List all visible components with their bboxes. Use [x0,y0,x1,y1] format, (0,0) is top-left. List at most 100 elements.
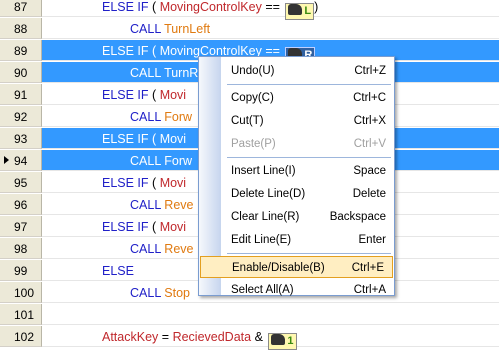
line-number: 102 [14,330,35,344]
code-area[interactable] [42,304,499,325]
controller-icon [288,4,303,15]
line-gutter[interactable]: 93 [0,128,42,149]
line-gutter[interactable]: 95 [0,172,42,193]
context-menu: Undo(U) Ctrl+Z Copy(C) Ctrl+C Cut(T) Ctrl+X Pa… [198,56,395,296]
operator: ( [152,220,157,234]
menu-item-label: Insert Line(I) [231,165,296,177]
menu-item-shortcut: Space [353,165,386,177]
menu-item-clear-line[interactable]: Clear Line(R) Backspace [221,206,394,228]
code-text: ELSE IF ( Movi [102,132,186,146]
value-label: L [304,5,312,17]
menu-item-label: Delete Line(D) [231,188,306,200]
menu-item-paste[interactable]: Paste(P) Ctrl+V [221,133,394,155]
menu-separator [227,157,391,158]
identifier: Movi [159,220,187,234]
call-target: Forw [164,154,193,168]
menu-item-copy[interactable]: Copy(C) Ctrl+C [221,87,394,109]
code-text: ELSE IF ( Movi [102,220,186,234]
code-text: CALL Forw [130,154,192,168]
code-text: AttackKey = RecievedData & 1 [102,330,297,350]
line-gutter[interactable]: 87 [0,0,42,17]
keyword: ELSE IF [102,220,149,234]
menu-item-label: Enable/Disable(B) [232,262,325,274]
menu-item-delete-line[interactable]: Delete Line(D) Delete [221,183,394,205]
line-gutter[interactable]: 97 [0,216,42,237]
line-gutter[interactable]: 92 [0,106,42,127]
identifier: AttackKey [102,330,159,344]
line-number: 94 [14,154,28,168]
call-target: TurnR [164,66,199,80]
identifier: Movi [159,132,187,146]
keyword: CALL [130,242,161,256]
line-gutter[interactable]: 100 [0,282,42,303]
code-line[interactable]: 87 ELSE IF ( MovingControlKey == L) [0,0,499,20]
code-text: CALL Reve [130,242,193,256]
menu-item-cut[interactable]: Cut(T) Ctrl+X [221,110,394,132]
keyword: CALL [130,286,161,300]
line-gutter[interactable]: 101 [0,304,42,325]
call-target: Reve [164,242,194,256]
line-gutter[interactable]: 96 [0,194,42,215]
code-line[interactable]: 88 CALL TurnLeft [0,18,499,40]
code-text: CALL TurnR [130,66,198,80]
line-number: 87 [14,0,28,14]
menu-item-shortcut: Ctrl+Z [354,65,386,77]
menu-item-enable-disable[interactable]: Enable/Disable(B) Ctrl+E [200,256,393,278]
menu-item-shortcut: Ctrl+X [353,115,386,127]
line-gutter[interactable]: 99 [0,260,42,281]
menu-item-shortcut: Ctrl+C [353,92,386,104]
menu-item-label: Paste(P) [231,138,276,150]
line-number: 95 [14,176,28,190]
keyword: CALL [130,66,161,80]
code-line[interactable]: 101 [0,304,499,326]
keyword: ELSE [102,264,134,278]
menu-item-undo[interactable]: Undo(U) Ctrl+Z [221,60,394,82]
line-number: 99 [14,264,28,278]
line-gutter[interactable]: 98 [0,238,42,259]
call-target: Forw [164,110,193,124]
operator: ( [152,0,157,14]
menu-item-edit-line[interactable]: Edit Line(E) Enter [221,229,394,251]
code-text: CALL Stop [130,286,190,300]
menu-item-shortcut: Enter [358,234,387,246]
menu-item-shortcut: Ctrl+V [353,138,386,150]
keyword: CALL [130,154,161,168]
identifier: MovingControlKey [159,0,262,14]
operator: ( [152,176,157,190]
keyword: ELSE IF [102,44,149,58]
menu-item-shortcut: Ctrl+E [351,262,384,274]
code-area[interactable]: AttackKey = RecievedData & 1 [42,326,499,350]
keyword: CALL [130,110,161,124]
menu-item-select-all[interactable]: Select All(A) Ctrl+A [221,279,394,301]
menu-item-label: Clear Line(R) [231,211,300,223]
line-number: 92 [14,110,28,124]
operator: = [161,330,170,344]
line-gutter[interactable]: 91 [0,84,42,105]
line-number: 97 [14,220,28,234]
line-number: 93 [14,132,28,146]
code-line[interactable]: 102 AttackKey = RecievedData & 1 [0,326,499,350]
code-area[interactable]: CALL TurnLeft [42,18,499,39]
line-gutter[interactable]: 94 [0,150,42,171]
menu-separator [227,84,391,85]
line-gutter[interactable]: 88 [0,18,42,39]
line-gutter[interactable]: 102 [0,326,42,347]
keyword: ELSE IF [102,0,149,14]
line-number: 89 [14,44,28,58]
line-gutter[interactable]: 90 [0,62,42,83]
line-number: 100 [14,286,35,300]
menu-item-insert-line[interactable]: Insert Line(I) Space [221,160,394,182]
operator: ( [152,88,157,102]
code-text: CALL Reve [130,198,193,212]
value-icon: 1 [268,333,297,350]
call-target: TurnLeft [164,22,211,36]
code-area[interactable]: ELSE IF ( MovingControlKey == L) [42,0,499,20]
menu-item-label: Edit Line(E) [231,234,292,246]
line-number: 98 [14,242,28,256]
line-gutter[interactable]: 89 [0,40,42,61]
value-label: 1 [287,335,294,347]
code-text: CALL Forw [130,110,192,124]
code-text: ELSE [102,264,134,278]
line-number: 90 [14,66,28,80]
line-number: 88 [14,22,28,36]
